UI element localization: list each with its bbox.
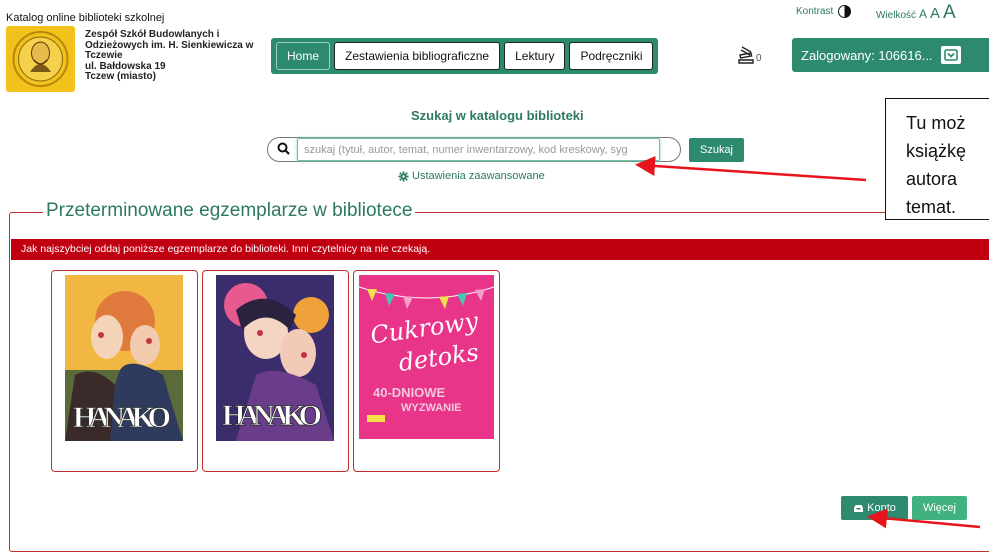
nav-home[interactable]: Home [276,42,331,70]
callout-line: temat. [906,197,957,217]
nav-bibliographies[interactable]: Zestawienia bibliograficzne [334,42,501,70]
nav-readings[interactable]: Lektury [504,42,566,70]
annotation-arrow [635,156,867,182]
search-input[interactable] [297,138,660,161]
size-large-button[interactable]: A [943,2,956,24]
school-logo [6,26,75,92]
annotation-callout: Tu moż książkę autora temat. [885,98,989,220]
book-cover: Cukrowy detoks 40-DNIOWE WYZWANIE [359,275,494,439]
user-label: Zalogowany: 106616... [801,47,933,63]
advanced-settings-label: Ustawienia zaawansowane [412,170,545,182]
school-line: Zespół Szkół Budowlanych i [85,29,220,40]
font-size-control: Wielkość A A A [876,2,956,24]
search-icon [276,141,292,157]
user-menu-button[interactable]: Zalogowany: 106616... [792,38,989,72]
nav-textbooks[interactable]: Podręczniki [569,42,654,70]
cover-subtitle: 40-DNIOWE [373,385,446,400]
cover-title: HANAKO [73,401,171,434]
gear-icon [398,170,409,182]
contrast-label: Kontrast [796,6,834,17]
catalog-title: Katalog online biblioteki szkolnej [6,12,165,24]
size-medium-button[interactable]: A [930,5,940,22]
school-line: Tczewie [85,50,123,61]
contrast-toggle[interactable]: Kontrast [796,5,852,18]
chevron-down-icon [940,46,961,64]
size-label: Wielkość [876,10,917,21]
size-small-button[interactable]: A [919,7,927,21]
contrast-icon [838,5,852,18]
cover-title: HANAKO [222,399,322,432]
search-heading: Szukaj w katalogu biblioteki [411,108,584,123]
search-button[interactable]: Szukaj [689,138,744,162]
school-line: Tczew (miasto) [85,71,156,82]
overdue-alert: Jak najszybciej oddaj poniższe egzemplar… [11,239,989,260]
callout-line: książkę [906,141,967,161]
book-stack-icon [738,46,754,64]
account-button[interactable]: Konto [841,496,908,520]
book-cover: HANAKO [65,275,183,441]
callout-line: Tu moż [906,113,966,133]
callout-line: autora [906,169,958,189]
book-stack-button[interactable]: 0 [737,44,762,64]
more-button[interactable]: Więcej [912,496,967,520]
inbox-icon [854,504,864,512]
account-button-label: Konto [867,502,896,514]
cart-count: 0 [756,53,762,64]
book-cover: HANAKO [216,275,334,441]
cover-subtitle: WYZWANIE [401,402,462,414]
main-nav: Home Zestawienia bibliograficzne Lektury… [271,38,659,74]
school-info: Zespół Szkół Budowlanych i Odzieżowych i… [85,29,265,83]
overdue-heading: Przeterminowane egzemplarze w bibliotece [43,200,416,222]
advanced-settings-link[interactable]: Ustawienia zaawansowane [398,170,545,182]
